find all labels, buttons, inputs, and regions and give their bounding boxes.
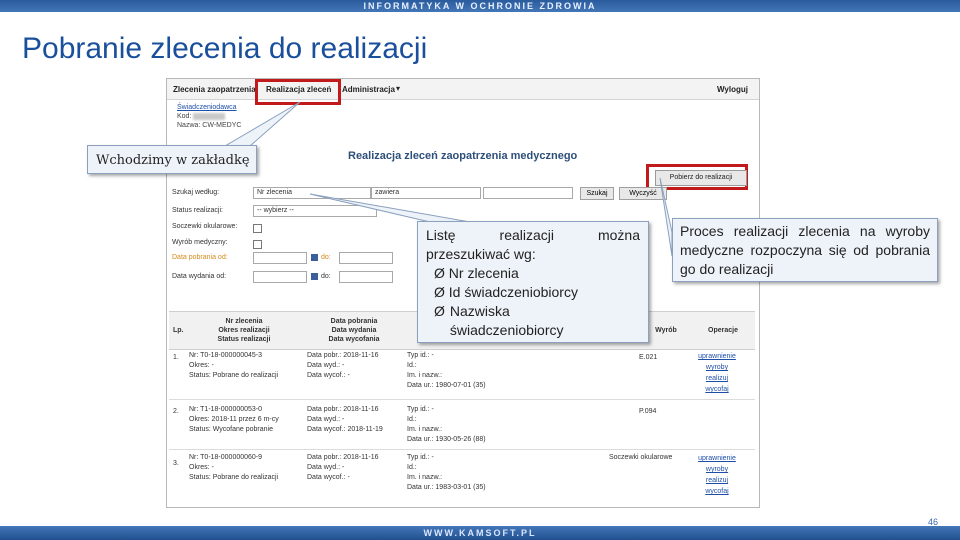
callout-pointer-search: [309, 193, 471, 223]
callout-pointer-tab: [223, 101, 301, 147]
bottom-banner-text: WWW.KAMSOFT.PL: [423, 528, 537, 538]
callout-process: Proces realizacji zlecenia na wyroby med…: [672, 218, 938, 282]
callout-search-item: Ø Nazwiska świadczeniobiorcy: [434, 303, 564, 338]
callout-search-item: Ø Nr zlecenia: [434, 265, 519, 281]
callout-search-item: Ø Id świadczeniobiorcy: [434, 284, 578, 300]
callout-tab: Wchodzimy w zakładkę: [87, 145, 257, 174]
callout-search: Listę realizacji można przeszukiwać wg: …: [417, 221, 649, 343]
page-number: 46: [927, 517, 938, 527]
callout-search-intro: Listę realizacji można przeszukiwać wg:: [426, 227, 640, 262]
callout-pointer-process: [659, 177, 673, 257]
